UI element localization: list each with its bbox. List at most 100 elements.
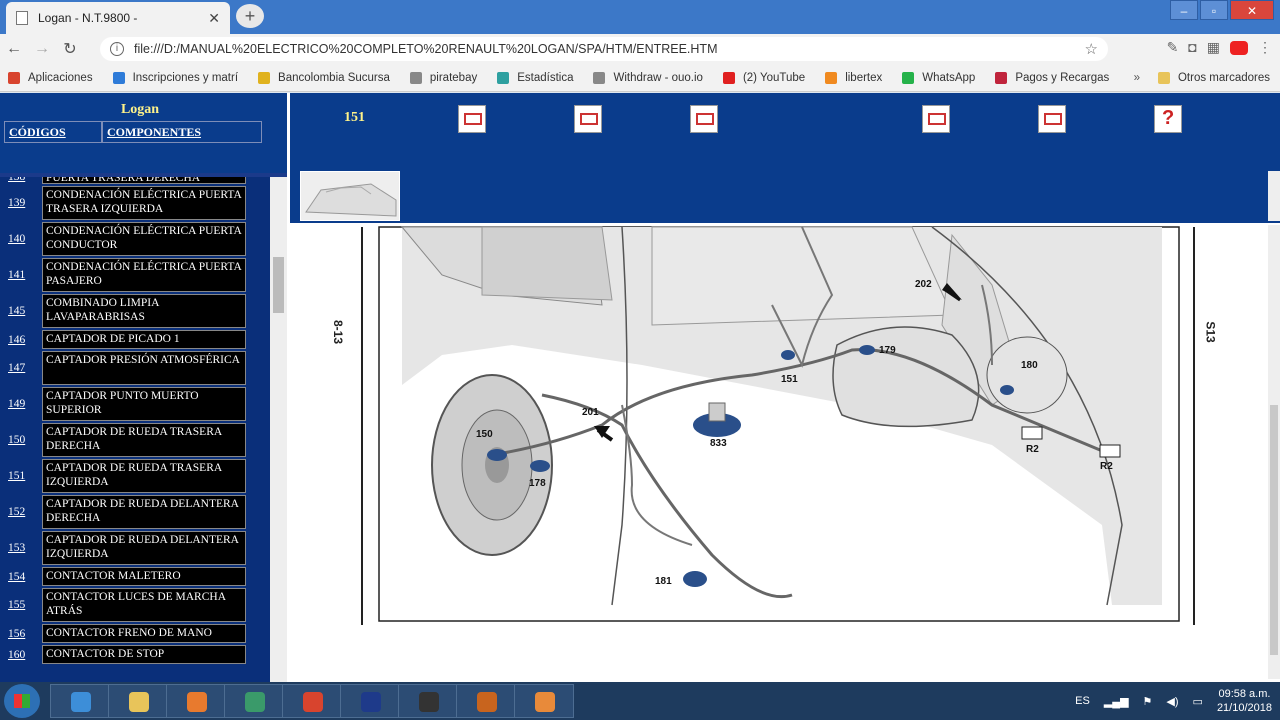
car-icon[interactable] (690, 105, 718, 133)
component-code-link[interactable]: 154 (4, 567, 42, 586)
component-label[interactable]: CONDENACIÓN ELÉCTRICA PUERTA PASAJERO (42, 258, 246, 292)
bookmark-item[interactable]: piratebay (409, 71, 477, 84)
scroll-thumb[interactable] (273, 257, 284, 313)
component-code-link[interactable]: 155 (4, 588, 42, 622)
diagram-scrollbar[interactable] (1268, 225, 1280, 679)
callout-150[interactable]: 150 (476, 429, 493, 440)
component-label[interactable]: CONDENACIÓN ELÉCTRICA PUERTA TRASERA IZQ… (42, 186, 246, 220)
taskbar-app-chrome[interactable] (282, 684, 342, 718)
component-code-link[interactable]: 152 (4, 495, 42, 529)
component-list-item[interactable]: 149 CAPTADOR PUNTO MUERTO SUPERIOR (4, 387, 246, 421)
component-label[interactable]: CONDENACIÓN ELÉCTRICA PUERTA CONDUCTOR (42, 222, 246, 256)
minimize-icon[interactable]: – (1170, 0, 1198, 20)
back-icon[interactable]: ← (0, 40, 28, 58)
component-label[interactable]: CONTACTOR MALETERO (42, 567, 246, 586)
component-list-item[interactable]: 154 CONTACTOR MALETERO (4, 567, 246, 586)
bookmark-item[interactable]: (2) YouTube (722, 71, 805, 84)
component-label[interactable]: CONTACTOR LUCES DE MARCHA ATRÁS (42, 588, 246, 622)
close-tab-icon[interactable]: ✕ (208, 10, 220, 27)
thumbnail-scrollbar[interactable] (1268, 171, 1280, 221)
bookmark-item[interactable]: Aplicaciones (8, 71, 93, 84)
component-list-item[interactable]: 155 CONTACTOR LUCES DE MARCHA ATRÁS (4, 588, 246, 622)
component-label[interactable]: CONTACTOR DE STOP (42, 645, 246, 664)
taskbar-app-glove[interactable] (456, 684, 516, 718)
callout-151[interactable]: 151 (781, 374, 798, 385)
component-label[interactable]: PUERTA TRASERA DERECHA (42, 177, 246, 184)
tab-codigos[interactable]: CÓDIGOS (4, 121, 102, 143)
callout-179[interactable]: 179 (879, 345, 896, 356)
scroll-thumb[interactable] (1270, 405, 1278, 655)
car-thumbnail[interactable] (300, 171, 400, 221)
qr-icon[interactable]: ▦ (1207, 39, 1220, 56)
taskbar-app-ie[interactable] (50, 684, 110, 718)
extension-icon[interactable]: ✎ (1167, 39, 1179, 56)
callout-r2-right[interactable]: R2 (1100, 461, 1113, 472)
component-list-item[interactable]: 138PUERTA TRASERA DERECHA (4, 177, 246, 184)
maximize-icon[interactable]: ▫ (1200, 0, 1228, 20)
forward-icon[interactable]: → (28, 40, 56, 58)
component-list-item[interactable]: 151 CAPTADOR DE RUEDA TRASERA IZQUIERDA (4, 459, 246, 493)
component-label[interactable]: CAPTADOR DE RUEDA TRASERA DERECHA (42, 423, 246, 457)
component-list-item[interactable]: 152 CAPTADOR DE RUEDA DELANTERA DERECHA (4, 495, 246, 529)
component-label[interactable]: CAPTADOR PUNTO MUERTO SUPERIOR (42, 387, 246, 421)
component-code-link[interactable]: 139 (4, 186, 42, 220)
reload-icon[interactable]: ↻ (56, 39, 84, 59)
bookmark-item[interactable]: libertex (825, 71, 882, 84)
component-label[interactable]: COMBINADO LIMPIA LAVAPARABRISAS (42, 294, 246, 328)
start-button[interactable] (4, 684, 40, 718)
component-code-link[interactable]: 151 (4, 459, 42, 493)
component-code-link[interactable]: 150 (4, 423, 42, 457)
component-code-link[interactable]: 140 (4, 222, 42, 256)
component-label[interactable]: CONTACTOR FRENO DE MANO (42, 624, 246, 643)
youtube-extension-icon[interactable] (1230, 41, 1248, 55)
help-icon[interactable]: ? (1154, 105, 1182, 133)
bookmark-item[interactable]: Inscripciones y matrí (112, 71, 238, 84)
callout-835[interactable]: 835 (709, 225, 726, 228)
callout-833[interactable]: 833 (710, 438, 727, 449)
component-code-link[interactable]: 147 (4, 351, 42, 385)
callout-178[interactable]: 178 (529, 478, 546, 489)
left-scrollbar[interactable] (270, 177, 287, 682)
bookmark-item[interactable]: Bancolombia Sucursa (258, 71, 390, 84)
bookmark-item[interactable]: Pagos y Recargas (995, 71, 1109, 84)
component-code-link[interactable]: 156 (4, 624, 42, 643)
manual-icon[interactable] (922, 105, 950, 133)
component-code-link[interactable]: 138 (4, 177, 42, 184)
close-window-icon[interactable]: ✕ (1230, 0, 1274, 20)
menu-icon[interactable]: ⋮ (1258, 39, 1272, 56)
component-icon[interactable] (1038, 105, 1066, 133)
taskbar-app-app[interactable] (224, 684, 284, 718)
component-code-link[interactable]: 145 (4, 294, 42, 328)
component-list-item[interactable]: 160 CONTACTOR DE STOP (4, 645, 246, 664)
component-label[interactable]: CAPTADOR DE RUEDA DELANTERA IZQUIERDA (42, 531, 246, 565)
component-list-item[interactable]: 153 CAPTADOR DE RUEDA DELANTERA IZQUIERDA (4, 531, 246, 565)
new-tab-button[interactable]: + (236, 4, 264, 28)
clock[interactable]: 09:58 a.m. 21/10/2018 (1217, 687, 1272, 715)
wiring-icon[interactable] (458, 105, 486, 133)
component-label[interactable]: CAPTADOR DE RUEDA TRASERA IZQUIERDA (42, 459, 246, 493)
component-list-item[interactable]: 146 CAPTADOR DE PICADO 1 (4, 330, 246, 349)
component-list-item[interactable]: 141 CONDENACIÓN ELÉCTRICA PUERTA PASAJERO (4, 258, 246, 292)
component-code-link[interactable]: 141 (4, 258, 42, 292)
url-bar[interactable]: i file:///D:/MANUAL%20ELECTRICO%20COMPLE… (100, 37, 1108, 61)
component-label[interactable]: CAPTADOR PRESIÓN ATMOSFÉRICA (42, 351, 246, 385)
component-list-item[interactable]: 156 CONTACTOR FRENO DE MANO (4, 624, 246, 643)
component-label[interactable]: CAPTADOR DE PICADO 1 (42, 330, 246, 349)
more-bookmarks-icon[interactable]: » (1134, 72, 1140, 84)
component-list-item[interactable]: 147 CAPTADOR PRESIÓN ATMOSFÉRICA (4, 351, 246, 385)
battery-icon[interactable]: ▭ (1193, 695, 1203, 708)
component-code-link[interactable]: 153 (4, 531, 42, 565)
taskbar-app-figure[interactable] (514, 684, 574, 718)
taskbar-app-media[interactable] (166, 684, 226, 718)
taskbar-app-explorer[interactable] (108, 684, 168, 718)
connector-icon[interactable] (574, 105, 602, 133)
component-label[interactable]: CAPTADOR DE RUEDA DELANTERA DERECHA (42, 495, 246, 529)
callout-201[interactable]: 201 (582, 407, 599, 418)
network-icon[interactable]: ▂▄▆ (1104, 695, 1129, 708)
component-code-link[interactable]: 149 (4, 387, 42, 421)
tab-componentes[interactable]: COMPONENTES (102, 121, 262, 143)
bookmark-item[interactable]: Withdraw - ouo.io (593, 71, 703, 84)
component-code-link[interactable]: 146 (4, 330, 42, 349)
browser-tab[interactable]: Logan - N.T.9800 - ✕ (6, 2, 230, 34)
callout-r2-left[interactable]: R2 (1026, 444, 1039, 455)
